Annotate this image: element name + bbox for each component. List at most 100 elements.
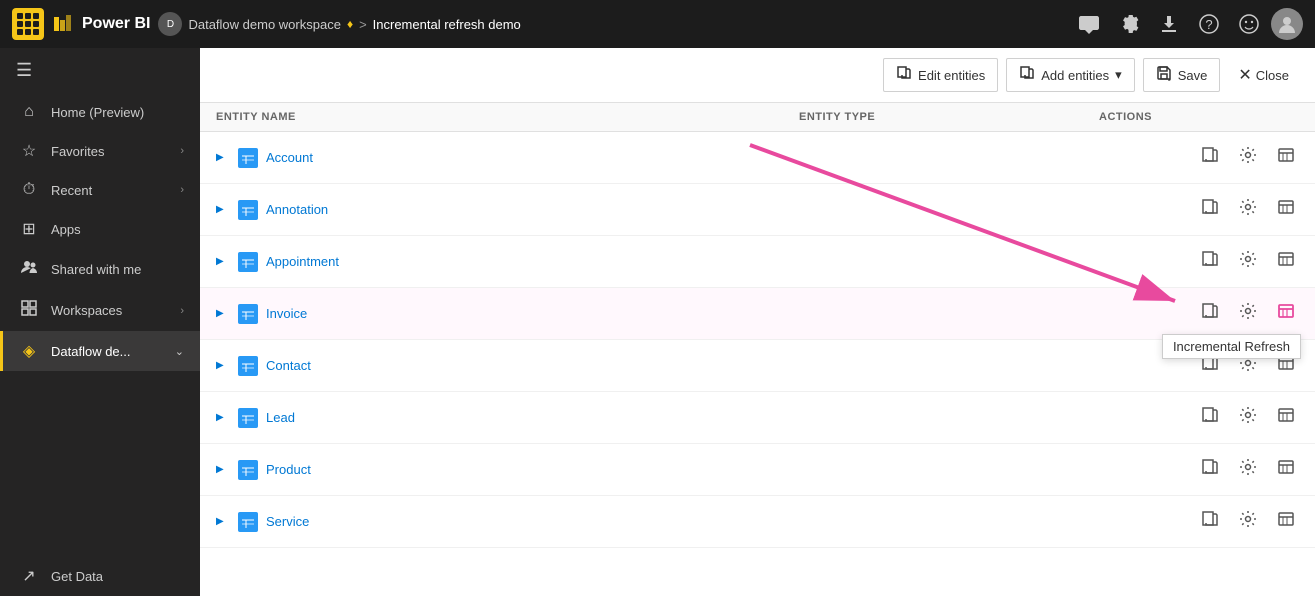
- incremental-refresh-icon[interactable]: [1273, 506, 1299, 537]
- edit-query-icon[interactable]: [1197, 402, 1223, 433]
- edit-query-icon[interactable]: [1197, 454, 1223, 485]
- help-icon-btn[interactable]: ?: [1191, 6, 1227, 42]
- sidebar-item-home[interactable]: ⌂ Home (Preview): [0, 93, 200, 131]
- table-row: ▶ Contact: [200, 340, 1315, 392]
- incremental-refresh-icon[interactable]: [1273, 142, 1299, 173]
- sidebar-item-getdata[interactable]: ↗ Get Data: [0, 556, 200, 596]
- edit-entities-icon: [896, 65, 912, 85]
- settings-action-icon[interactable]: [1235, 402, 1261, 433]
- entity-name-label[interactable]: Product: [266, 462, 311, 477]
- settings-action-icon[interactable]: [1235, 454, 1261, 485]
- user-avatar[interactable]: [1271, 8, 1303, 40]
- entity-name-label[interactable]: Contact: [266, 358, 311, 373]
- edit-query-icon[interactable]: [1197, 194, 1223, 225]
- entity-name-label[interactable]: Annotation: [266, 202, 328, 217]
- settings-action-icon[interactable]: [1235, 350, 1261, 381]
- actions-cell: [1099, 350, 1299, 381]
- table-row: ▶ Lead: [200, 392, 1315, 444]
- close-btn[interactable]: ✕ Close: [1228, 59, 1299, 91]
- sidebar-collapse-btn[interactable]: ☰: [0, 48, 200, 93]
- dataflow-chevron-icon: ⌄: [175, 345, 184, 358]
- entity-name-cell: ▶ Product: [216, 460, 799, 480]
- settings-action-icon[interactable]: [1235, 246, 1261, 277]
- incremental-refresh-icon[interactable]: [1273, 246, 1299, 277]
- entity-name-label[interactable]: Account: [266, 150, 313, 165]
- actions-cell: [1099, 402, 1299, 433]
- save-icon: [1156, 65, 1172, 85]
- entity-table: ENTITY NAME ENTITY TYPE ACTIONS ▶ Accoun…: [200, 103, 1315, 596]
- add-entities-btn[interactable]: Add entities ▾: [1006, 58, 1134, 92]
- recent-chevron-icon: ›: [180, 184, 184, 196]
- expand-icon[interactable]: ▶: [216, 360, 230, 371]
- svg-text:?: ?: [1205, 17, 1212, 32]
- entity-name-label[interactable]: Service: [266, 514, 309, 529]
- entity-name-label[interactable]: Invoice: [266, 306, 307, 321]
- entity-table-icon: [238, 408, 258, 428]
- edit-query-icon[interactable]: [1197, 350, 1223, 381]
- edit-query-icon[interactable]: [1197, 246, 1223, 277]
- expand-icon[interactable]: ▶: [216, 204, 230, 215]
- expand-icon[interactable]: ▶: [216, 412, 230, 423]
- settings-action-icon[interactable]: [1235, 506, 1261, 537]
- settings-action-icon[interactable]: [1235, 194, 1261, 225]
- app-name: Power BI: [82, 15, 150, 33]
- breadcrumb-workspace[interactable]: Dataflow demo workspace: [188, 17, 340, 32]
- settings-icon-btn[interactable]: [1111, 6, 1147, 42]
- entity-table-icon: [238, 356, 258, 376]
- expand-icon[interactable]: ▶: [216, 464, 230, 475]
- table-row-invoice: ▶ Invoice: [200, 288, 1315, 340]
- feedback-icon-btn[interactable]: [1231, 6, 1267, 42]
- incremental-refresh-icon[interactable]: [1273, 350, 1299, 381]
- entity-name-cell: ▶ Contact: [216, 356, 799, 376]
- actions-cell: [1099, 142, 1299, 173]
- waffle-menu[interactable]: [12, 8, 44, 40]
- edit-entities-btn[interactable]: Edit entities: [883, 58, 998, 92]
- breadcrumb-separator: >: [359, 17, 367, 32]
- incremental-refresh-icon[interactable]: [1273, 402, 1299, 433]
- entity-table-icon: [238, 200, 258, 220]
- home-icon: ⌂: [19, 103, 39, 121]
- sidebar-item-favorites[interactable]: ☆ Favorites ›: [0, 131, 200, 171]
- favorites-icon: ☆: [19, 141, 39, 161]
- edit-query-icon[interactable]: [1197, 506, 1223, 537]
- entity-name-cell: ▶ Invoice: [216, 304, 799, 324]
- settings-action-icon[interactable]: [1235, 298, 1261, 329]
- entity-name-label[interactable]: Appointment: [266, 254, 339, 269]
- col-entity-type: ENTITY TYPE: [799, 111, 1099, 123]
- close-label: Close: [1256, 68, 1289, 83]
- table-header: ENTITY NAME ENTITY TYPE ACTIONS: [200, 103, 1315, 132]
- table-row: ▶ Appointment: [200, 236, 1315, 288]
- save-btn[interactable]: Save: [1143, 58, 1221, 92]
- edit-query-icon[interactable]: [1197, 298, 1223, 329]
- expand-icon[interactable]: ▶: [216, 516, 230, 527]
- actions-cell: Incremental Refresh: [1099, 298, 1299, 329]
- expand-icon[interactable]: ▶: [216, 308, 230, 319]
- incremental-refresh-icon[interactable]: [1273, 454, 1299, 485]
- sidebar-item-recent-label: Recent: [51, 183, 168, 198]
- sidebar-item-recent[interactable]: ⏱ Recent ›: [0, 171, 200, 209]
- download-icon-btn[interactable]: [1151, 6, 1187, 42]
- content-toolbar: Edit entities Add entities ▾ Save ✕ Clos…: [200, 48, 1315, 103]
- entity-name-label[interactable]: Lead: [266, 410, 295, 425]
- expand-icon[interactable]: ▶: [216, 256, 230, 267]
- main-layout: ☰ ⌂ Home (Preview) ☆ Favorites › ⏱ Recen…: [0, 48, 1315, 596]
- sidebar-item-workspaces-label: Workspaces: [51, 303, 168, 318]
- entity-table-icon: [238, 460, 258, 480]
- chat-icon-btn[interactable]: [1071, 6, 1107, 42]
- getdata-icon: ↗: [19, 566, 39, 586]
- sidebar-item-shared[interactable]: Shared with me: [0, 249, 200, 290]
- actions-cell: [1099, 246, 1299, 277]
- edit-query-icon[interactable]: [1197, 142, 1223, 173]
- incremental-refresh-icon[interactable]: [1273, 194, 1299, 225]
- incremental-refresh-icon-highlighted[interactable]: [1273, 298, 1299, 329]
- topbar: Power BI D Dataflow demo workspace ♦ > I…: [0, 0, 1315, 48]
- sidebar-item-apps[interactable]: ⊞ Apps: [0, 209, 200, 249]
- sidebar-item-dataflow[interactable]: ◈ Dataflow de... ⌄: [0, 331, 200, 371]
- expand-icon[interactable]: ▶: [216, 152, 230, 163]
- actions-cell: [1099, 194, 1299, 225]
- settings-action-icon[interactable]: [1235, 142, 1261, 173]
- actions-cell: [1099, 506, 1299, 537]
- entity-name-cell: ▶ Service: [216, 512, 799, 532]
- sidebar-item-workspaces[interactable]: Workspaces ›: [0, 290, 200, 331]
- topbar-actions: ?: [1071, 6, 1303, 42]
